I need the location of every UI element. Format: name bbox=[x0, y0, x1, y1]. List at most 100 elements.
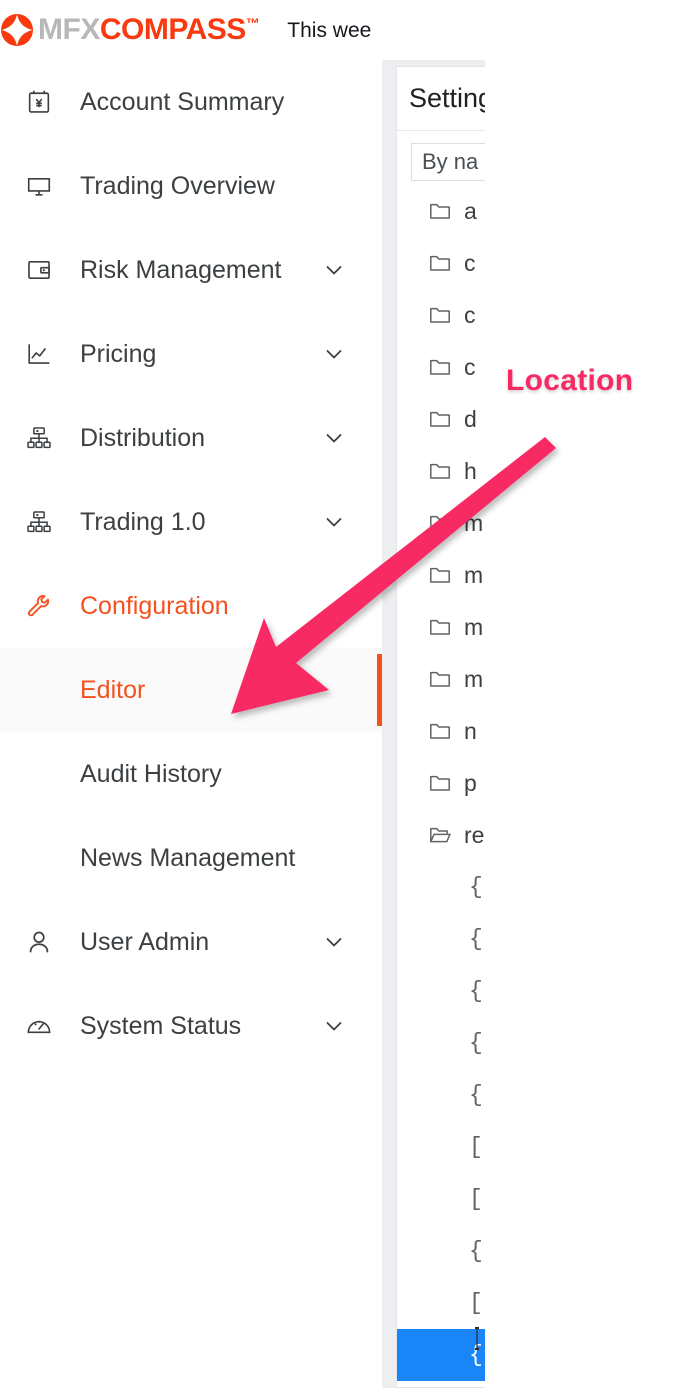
app-logo[interactable]: MFXCOMPASS™ bbox=[0, 0, 260, 60]
folder-closed-icon bbox=[427, 510, 453, 536]
sidebar-item-pricing[interactable]: Pricing bbox=[0, 312, 382, 396]
tree-item-folder[interactable]: p bbox=[397, 757, 696, 809]
sidebar-item-label: Distribution bbox=[80, 423, 206, 452]
tree-item-folder[interactable]: m bbox=[397, 549, 696, 601]
tree-item-label: re bbox=[464, 821, 485, 848]
tree-item-json-node[interactable]: { bbox=[397, 1069, 696, 1121]
sidebar-item-trading-overview[interactable]: Trading Overview bbox=[0, 144, 382, 228]
tree-item-label: m bbox=[464, 561, 484, 588]
settings-panel: Setting By na a c c c d h m m m m n p re… bbox=[396, 66, 696, 1388]
tree-item-folder[interactable]: c bbox=[397, 237, 696, 289]
json-array-icon: [ bbox=[469, 1186, 483, 1212]
logo-text-compass: COMPASS bbox=[99, 13, 246, 46]
calendar-yen-icon bbox=[22, 85, 56, 119]
folder-closed-icon bbox=[427, 666, 453, 692]
tree-item-folder[interactable]: h bbox=[397, 445, 696, 497]
json-object-icon: { bbox=[469, 978, 483, 1004]
sidebar-item-label: Trading 1.0 bbox=[80, 507, 206, 536]
tree-item-json-node[interactable]: [ bbox=[397, 1173, 696, 1225]
sidebar-item-label: Audit History bbox=[80, 759, 222, 788]
sidebar-item-configuration[interactable]: Configuration bbox=[0, 564, 382, 648]
tree-item-json-node-selected[interactable]: { bbox=[397, 1329, 696, 1381]
line-chart-icon bbox=[22, 337, 56, 371]
tree-item-folder[interactable]: n bbox=[397, 705, 696, 757]
sidebar-content-divider bbox=[382, 60, 396, 1388]
folder-closed-icon bbox=[427, 458, 453, 484]
tree-item-label: h bbox=[464, 457, 477, 484]
wrench-icon bbox=[22, 589, 56, 623]
tree-item-json-node[interactable]: [ bbox=[397, 1277, 696, 1329]
folder-closed-icon bbox=[427, 562, 453, 588]
tree-item-label: m bbox=[464, 509, 484, 536]
logo-wordmark: MFXCOMPASS™ bbox=[38, 13, 260, 46]
tree-item-json-node[interactable]: { bbox=[397, 965, 696, 1017]
chevron-down-icon[interactable] bbox=[322, 426, 346, 450]
sidebar-item-distribution[interactable]: Distribution bbox=[0, 396, 382, 480]
gauge-icon bbox=[22, 1009, 56, 1043]
json-object-icon: { bbox=[469, 1238, 483, 1264]
json-array-icon: [ bbox=[469, 1134, 483, 1160]
tree-item-label: d bbox=[464, 405, 477, 432]
sidebar-item-label: Account Summary bbox=[80, 87, 285, 116]
json-object-icon: { bbox=[469, 874, 483, 900]
json-object-icon: { bbox=[469, 926, 483, 952]
search-input[interactable]: By na bbox=[411, 143, 661, 181]
chevron-down-icon[interactable] bbox=[322, 258, 346, 282]
chevron-down-icon[interactable] bbox=[322, 510, 346, 534]
tree-item-json-node[interactable]: { bbox=[397, 1225, 696, 1277]
tree-item-label: c bbox=[464, 249, 476, 276]
chevron-down-icon[interactable] bbox=[322, 930, 346, 954]
search-input-value: By na bbox=[422, 149, 479, 174]
tree-item-folder[interactable]: c bbox=[397, 289, 696, 341]
sidebar-item-label: News Management bbox=[80, 843, 296, 872]
sidebar-item-label: User Admin bbox=[80, 927, 210, 956]
sitemap-icon bbox=[22, 421, 56, 455]
tree-item-json-node[interactable]: { bbox=[397, 913, 696, 965]
tree-item-folder-expanded[interactable]: re bbox=[397, 809, 696, 861]
tree-item-json-node[interactable]: { bbox=[397, 861, 696, 913]
tree-item-folder[interactable]: m bbox=[397, 601, 696, 653]
folder-closed-icon bbox=[427, 354, 453, 380]
sidebar-item-risk-management[interactable]: Risk Management bbox=[0, 228, 382, 312]
chevron-down-icon[interactable] bbox=[322, 342, 346, 366]
sitemap-icon bbox=[22, 505, 56, 539]
chevron-down-icon[interactable] bbox=[322, 1014, 346, 1038]
app-header: MFXCOMPASS™ This wee bbox=[0, 0, 696, 60]
folder-closed-icon bbox=[427, 250, 453, 276]
json-object-icon: { bbox=[469, 1082, 483, 1108]
tree-item-label: c bbox=[464, 353, 476, 380]
page-body: Account Summary Trading Overview Risk Ma… bbox=[0, 60, 696, 1388]
sidebar-item-news-management[interactable]: News Management bbox=[0, 816, 382, 900]
sidebar-item-label: Trading Overview bbox=[80, 171, 275, 200]
tree-item-folder[interactable]: m bbox=[397, 653, 696, 705]
tree-item-json-node[interactable]: { bbox=[397, 1017, 696, 1069]
tree-item-folder[interactable]: m bbox=[397, 497, 696, 549]
sidebar-item-label: Pricing bbox=[80, 339, 157, 368]
sidebar-item-label: System Status bbox=[80, 1011, 242, 1040]
sidebar-item-user-admin[interactable]: User Admin bbox=[0, 900, 382, 984]
tree-item-label: m bbox=[464, 665, 484, 692]
sidebar-item-account-summary[interactable]: Account Summary bbox=[0, 60, 382, 144]
person-icon bbox=[22, 925, 56, 959]
monitor-icon bbox=[22, 169, 56, 203]
tree-item-label: a bbox=[464, 197, 477, 224]
sidebar-item-system-status[interactable]: System Status bbox=[0, 984, 382, 1068]
sidebar-item-label: Risk Management bbox=[80, 255, 282, 284]
sidebar-item-editor[interactable]: Editor bbox=[0, 648, 382, 732]
tree-item-folder[interactable]: a bbox=[397, 185, 696, 237]
sidebar-item-trading-1-0[interactable]: Trading 1.0 bbox=[0, 480, 382, 564]
sidebar-item-audit-history[interactable]: Audit History bbox=[0, 732, 382, 816]
page-title: Setting bbox=[409, 83, 494, 113]
folder-closed-icon bbox=[427, 302, 453, 328]
main-sidebar: Account Summary Trading Overview Risk Ma… bbox=[0, 60, 382, 1388]
folder-open-icon bbox=[427, 822, 453, 848]
sidebar-item-label: Editor bbox=[80, 675, 146, 704]
folder-closed-icon bbox=[427, 406, 453, 432]
annotation-label: Location bbox=[504, 364, 635, 398]
text-cursor-icon bbox=[475, 1327, 479, 1350]
tree-item-json-node[interactable]: [ bbox=[397, 1121, 696, 1173]
json-array-icon: [ bbox=[469, 1290, 483, 1316]
config-file-tree: a c c c d h m m m m n p re {{{{{[[… bbox=[397, 181, 696, 1381]
folder-closed-icon bbox=[427, 198, 453, 224]
tree-item-folder[interactable]: d bbox=[397, 393, 696, 445]
